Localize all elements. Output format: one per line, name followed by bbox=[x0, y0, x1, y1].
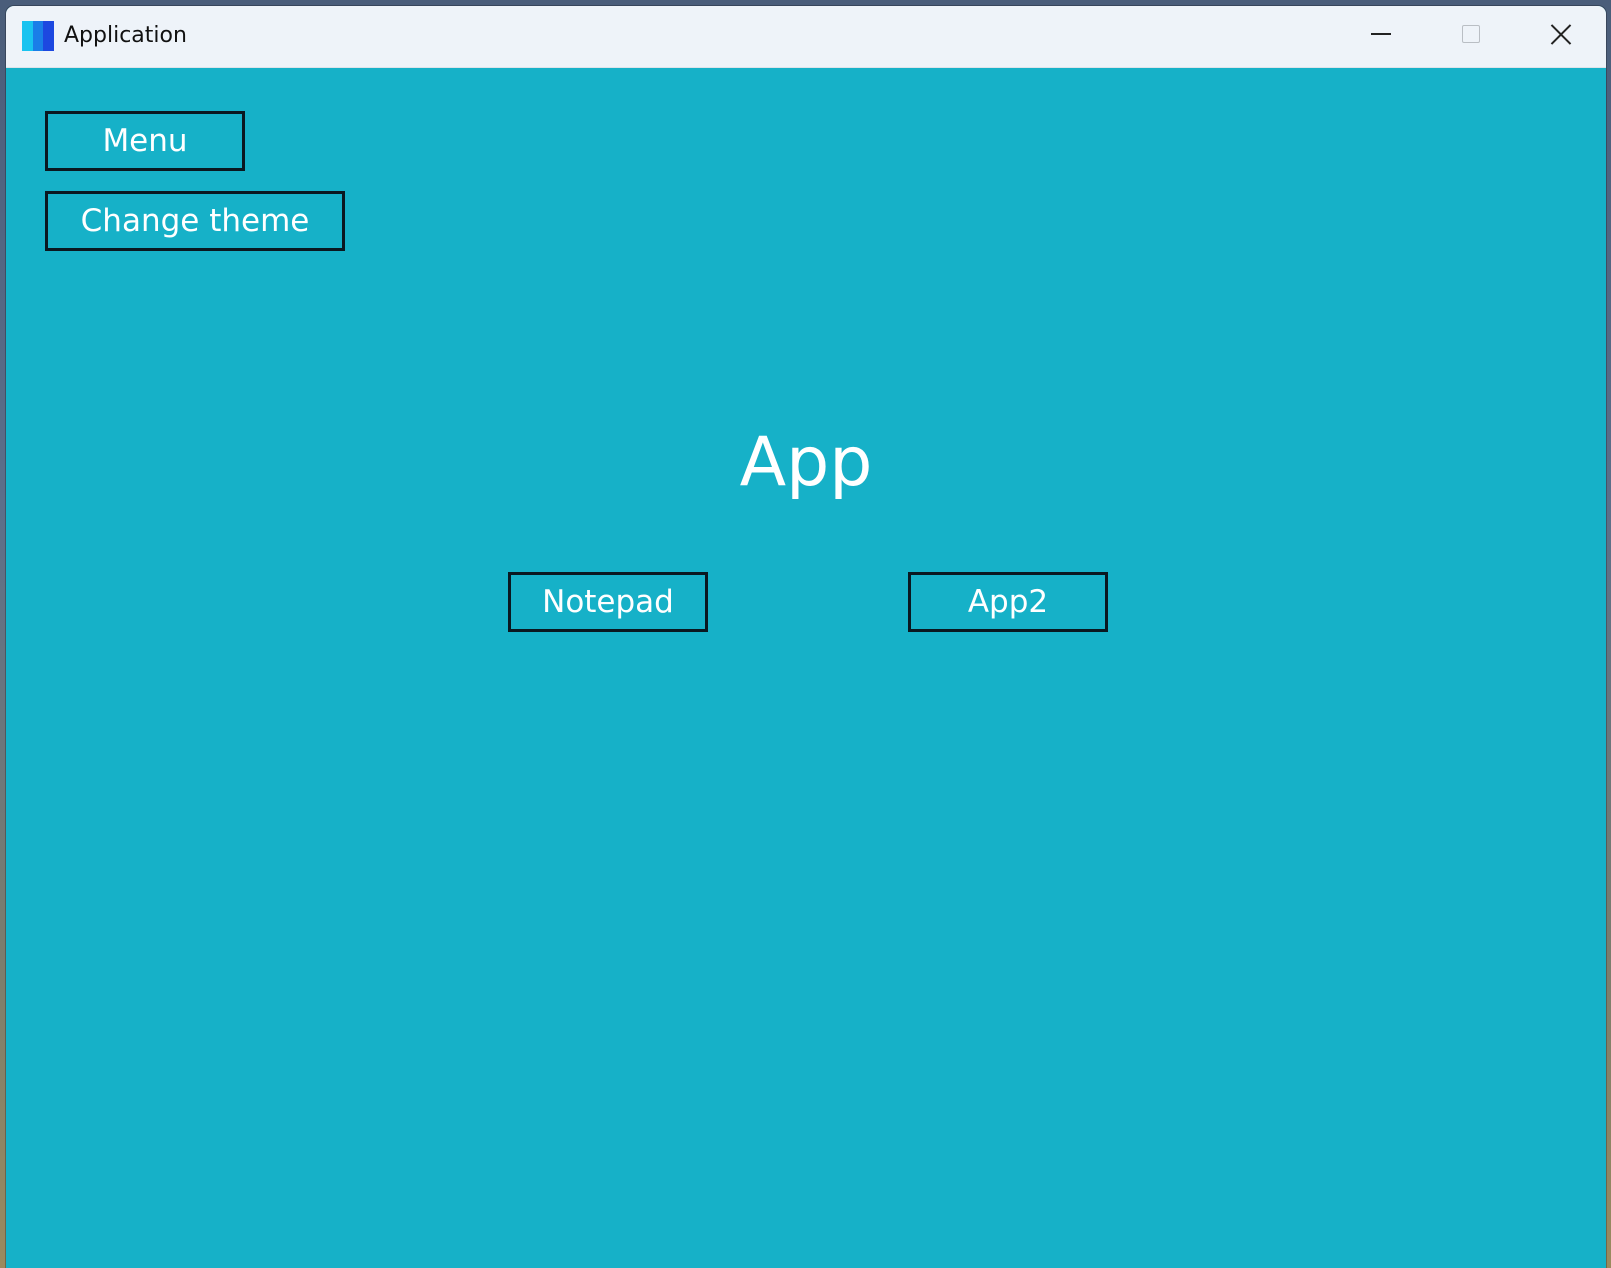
minimize-button[interactable] bbox=[1336, 6, 1426, 67]
notepad-button[interactable]: Notepad bbox=[508, 572, 708, 632]
close-button[interactable] bbox=[1516, 6, 1606, 67]
page-heading: App bbox=[739, 423, 873, 502]
app2-button[interactable]: App2 bbox=[908, 572, 1108, 632]
menu-button[interactable]: Menu bbox=[45, 111, 245, 171]
window-title: Application bbox=[64, 23, 187, 48]
application-window: Application Menu Change theme App Notepa… bbox=[6, 6, 1606, 1268]
close-icon bbox=[1550, 23, 1572, 45]
maximize-button[interactable] bbox=[1426, 6, 1516, 67]
change-theme-button[interactable]: Change theme bbox=[45, 191, 345, 251]
app-logo-icon bbox=[22, 21, 55, 51]
title-bar[interactable]: Application bbox=[6, 6, 1606, 68]
main-content: Menu Change theme App Notepad App2 bbox=[6, 68, 1606, 1268]
minimize-icon bbox=[1371, 32, 1391, 35]
maximize-icon bbox=[1462, 24, 1480, 43]
